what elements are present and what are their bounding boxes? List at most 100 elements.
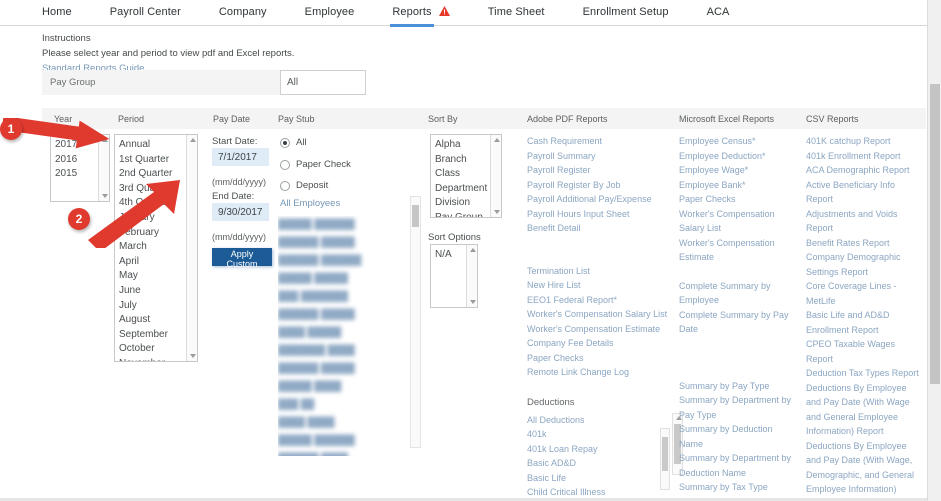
- period-option[interactable]: 2nd Quarter: [115, 167, 197, 182]
- employee-list-scrollbar[interactable]: [410, 196, 421, 448]
- employee-list-item[interactable]: ██████ ████: [278, 450, 398, 456]
- radio-icon-deposit[interactable]: [280, 181, 290, 191]
- pdf-report-link[interactable]: Benefit Detail: [527, 221, 672, 236]
- csv-report-link[interactable]: Deduction Tax Types Report: [806, 366, 924, 381]
- nav-item-employee[interactable]: Employee: [305, 6, 355, 20]
- deductions-list[interactable]: All Deductions 401k 401k Loan Repay Basi…: [527, 413, 667, 501]
- nav-item-company[interactable]: Company: [219, 6, 267, 20]
- period-option[interactable]: August: [115, 313, 197, 328]
- employee-list-item[interactable]: ███ ███████: [278, 288, 398, 306]
- pdf-report-link[interactable]: Paper Checks: [527, 351, 672, 366]
- employee-list-item[interactable]: █████ █████: [278, 270, 398, 288]
- period-option[interactable]: 4th Quarter: [115, 196, 197, 211]
- period-listbox[interactable]: Annual 1st Quarter 2nd Quarter 3rd Quart…: [114, 134, 198, 362]
- period-option[interactable]: February: [115, 226, 197, 241]
- excel-column-scrollbar[interactable]: [660, 428, 670, 490]
- pdf-report-link[interactable]: Company Fee Details: [527, 336, 672, 351]
- period-option[interactable]: 1st Quarter: [115, 153, 197, 168]
- csv-report-link[interactable]: Core Coverage Lines - MetLife: [806, 279, 924, 308]
- nav-item-home[interactable]: Home: [42, 6, 72, 20]
- excel-report-link[interactable]: Employee Wage*: [679, 163, 799, 178]
- sort-options-scrollbar[interactable]: [466, 245, 477, 307]
- start-date-input[interactable]: [212, 148, 269, 166]
- pay-group-input[interactable]: [280, 70, 366, 95]
- employee-list-item[interactable]: █████ ████: [278, 378, 398, 396]
- csv-report-link[interactable]: Basic Life and AD&D Enrollment Report: [806, 308, 924, 337]
- period-listbox-scrollbar[interactable]: [186, 135, 197, 361]
- pdf-report-link[interactable]: Cash Requirement: [527, 134, 672, 149]
- period-option[interactable]: March: [115, 240, 197, 255]
- radio-icon-all[interactable]: [280, 138, 290, 148]
- nav-item-enrollment-setup[interactable]: Enrollment Setup: [583, 6, 669, 20]
- employee-name-list[interactable]: █████ ██████ ██████ █████ ██████ ██████ …: [278, 216, 398, 456]
- scrollbar-thumb[interactable]: [412, 205, 419, 227]
- csv-report-link[interactable]: 401k Enrollment Report: [806, 149, 924, 164]
- employee-list-item[interactable]: ██████ ██████: [278, 252, 398, 270]
- end-date-input[interactable]: [212, 203, 269, 221]
- period-option[interactable]: June: [115, 284, 197, 299]
- all-employees-link[interactable]: All Employees: [280, 198, 340, 209]
- csv-report-link[interactable]: CPEO Taxable Wages Report: [806, 337, 924, 366]
- pdf-report-link[interactable]: Payroll Additional Pay/Expense: [527, 192, 672, 207]
- pdf-report-link[interactable]: Payroll Summary: [527, 149, 672, 164]
- csv-report-link[interactable]: Adjustments and Voids Report: [806, 207, 924, 236]
- nav-item-aca[interactable]: ACA: [707, 6, 730, 20]
- employee-list-item[interactable]: ██████ █████: [278, 306, 398, 324]
- deduction-link[interactable]: Basic Life: [527, 471, 667, 486]
- sort-options-listbox[interactable]: N/A: [430, 244, 478, 308]
- scroll-down-icon[interactable]: [190, 354, 196, 358]
- employee-list-item[interactable]: ████ █████: [278, 324, 398, 342]
- csv-report-link[interactable]: Deductions By Employee and Pay Date (Wit…: [806, 439, 924, 501]
- excel-report-link[interactable]: Employee Bank*: [679, 178, 799, 193]
- employee-list-item[interactable]: ███ ██: [278, 396, 398, 414]
- excel-report-link[interactable]: Worker's Compensation Estimate: [679, 236, 799, 265]
- scroll-down-icon[interactable]: [494, 210, 500, 214]
- deduction-link[interactable]: 401k: [527, 427, 667, 442]
- scroll-down-icon[interactable]: [470, 300, 476, 304]
- excel-report-link[interactable]: Complete Summary by Pay Date: [679, 308, 799, 337]
- scroll-up-icon[interactable]: [470, 248, 476, 252]
- period-option[interactable]: January: [115, 211, 197, 226]
- nav-item-time-sheet[interactable]: Time Sheet: [488, 6, 545, 20]
- excel-report-link[interactable]: Summary by Tax Type: [679, 480, 799, 495]
- period-option[interactable]: May: [115, 269, 197, 284]
- scroll-up-icon[interactable]: [494, 138, 500, 142]
- pdf-report-link[interactable]: Worker's Compensation Salary List: [527, 307, 672, 322]
- period-option[interactable]: July: [115, 299, 197, 314]
- page-scrollbar[interactable]: [927, 0, 941, 501]
- pdf-report-link[interactable]: Remote Link Change Log: [527, 365, 672, 380]
- period-option[interactable]: September: [115, 328, 197, 343]
- scrollbar-thumb[interactable]: [662, 437, 668, 471]
- period-option[interactable]: November: [115, 357, 197, 362]
- scroll-up-icon[interactable]: [102, 138, 108, 142]
- csv-report-link[interactable]: 401K catchup Report: [806, 134, 924, 149]
- excel-report-link[interactable]: Summary by Department by Deduction Name: [679, 451, 799, 480]
- pdf-report-link[interactable]: Worker's Compensation Estimate: [527, 322, 672, 337]
- pdf-report-link[interactable]: Termination List: [527, 264, 672, 279]
- nav-item-reports[interactable]: Reports: [392, 6, 449, 21]
- employee-list-item[interactable]: ██████ █████: [278, 234, 398, 252]
- year-listbox[interactable]: 2017 2016 2015: [50, 134, 110, 202]
- employee-list-item[interactable]: ███████ ████: [278, 342, 398, 360]
- pdf-report-link[interactable]: Payroll Register By Job: [527, 178, 672, 193]
- deduction-link[interactable]: All Deductions: [527, 413, 667, 428]
- period-option-selected[interactable]: 3rd Quarter: [115, 182, 197, 197]
- csv-report-link[interactable]: Company Demographic Settings Report: [806, 250, 924, 279]
- excel-report-link[interactable]: Employee Deduction*: [679, 149, 799, 164]
- csv-report-link[interactable]: ACA Demographic Report: [806, 163, 924, 178]
- excel-report-link[interactable]: Employee Census*: [679, 134, 799, 149]
- scroll-up-icon[interactable]: [190, 138, 196, 142]
- pdf-report-link[interactable]: Payroll Register: [527, 163, 672, 178]
- apply-custom-button[interactable]: Apply Custom: [212, 248, 272, 266]
- nav-item-payroll-center[interactable]: Payroll Center: [110, 6, 181, 20]
- scrollbar-thumb[interactable]: [930, 84, 940, 384]
- excel-report-link[interactable]: Summary by Department by Pay Type: [679, 393, 799, 422]
- pdf-report-link[interactable]: Payroll Hours Input Sheet: [527, 207, 672, 222]
- pdf-report-link[interactable]: New Hire List: [527, 278, 672, 293]
- pdf-report-link[interactable]: EEO1 Federal Report*: [527, 293, 672, 308]
- csv-report-link[interactable]: Benefit Rates Report: [806, 236, 924, 251]
- deduction-link[interactable]: 401k Loan Repay: [527, 442, 667, 457]
- excel-report-link[interactable]: Complete Summary by Employee: [679, 279, 799, 308]
- excel-report-link[interactable]: Paper Checks: [679, 192, 799, 207]
- excel-report-link[interactable]: Worker's Compensation Salary List: [679, 207, 799, 236]
